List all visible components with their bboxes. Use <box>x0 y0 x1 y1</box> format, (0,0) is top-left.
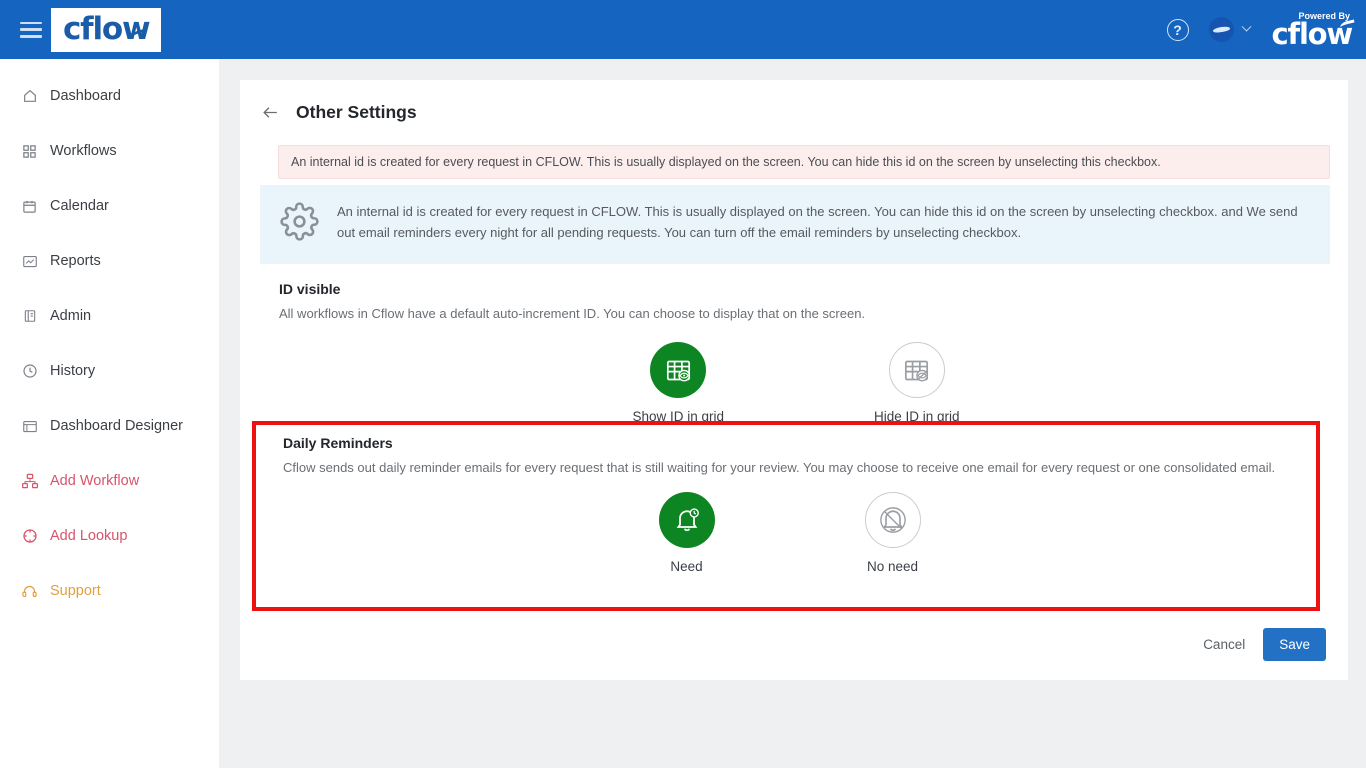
sidebar-item-workflows[interactable]: Workflows <box>0 131 219 171</box>
avatar[interactable] <box>1208 17 1234 42</box>
internal-id-alert: An internal id is created for every requ… <box>278 145 1330 179</box>
topbar-right-group: ? Powered By cflow <box>1166 0 1366 59</box>
cflow-logo[interactable]: cflow <box>51 7 162 52</box>
powered-by-cflow-logo: Powered By cflow <box>1272 11 1356 48</box>
sidebar-item-label: Calendar <box>50 198 109 214</box>
sidebar-item-dashboard[interactable]: Dashboard <box>0 76 219 116</box>
sidebar-item-dashboard-designer[interactable]: Dashboard Designer <box>0 406 219 446</box>
grid-eye-icon <box>650 342 707 398</box>
bell-off-icon <box>864 492 921 548</box>
sidebar-item-support[interactable]: Support <box>0 571 219 611</box>
sidebar-item-label: Dashboard Designer <box>50 418 183 434</box>
sidebar-item-reports[interactable]: Reports <box>0 241 219 281</box>
sidebar-item-history[interactable]: History <box>0 351 219 391</box>
calendar-icon <box>21 198 38 215</box>
dashboard-designer-icon <box>21 418 38 435</box>
sidebar-item-admin[interactable]: Admin <box>0 296 219 336</box>
card-footer-actions: Cancel Save <box>1193 628 1326 661</box>
add-lookup-icon <box>21 528 38 545</box>
daily-reminders-highlight: Daily Reminders Cflow sends out daily re… <box>252 421 1320 611</box>
back-arrow-icon[interactable] <box>261 103 280 122</box>
powered-by-logo-text: cflow <box>1272 18 1356 48</box>
sidebar-item-label: Dashboard <box>50 88 121 104</box>
sidebar-item-label: Admin <box>50 308 92 324</box>
page-title: Other Settings <box>296 102 417 122</box>
top-bar: cflow ? Powered By cflow <box>0 0 1366 59</box>
gear-icon <box>280 202 320 246</box>
bell-clock-icon <box>658 492 715 548</box>
sidebar-item-label: Add Workflow <box>50 473 140 489</box>
clock-history-icon <box>21 363 38 380</box>
other-settings-card: Other Settings An internal id is created… <box>240 80 1348 680</box>
sidebar-item-label: History <box>50 363 96 379</box>
home-icon <box>21 88 38 105</box>
id-visible-options: Show ID in grid Hide ID in grid <box>279 342 1348 424</box>
sidebar-item-label: Reports <box>50 253 101 269</box>
daily-reminders-title: Daily Reminders <box>283 435 393 451</box>
daily-reminders-options: Need No need <box>283 492 1316 574</box>
option-label: Need <box>670 559 703 574</box>
powered-logo-word: cflow <box>1271 16 1354 51</box>
sidebar-item-calendar[interactable]: Calendar <box>0 186 219 226</box>
settings-info-panel: An internal id is created for every requ… <box>260 185 1330 264</box>
option-label: No need <box>866 559 919 574</box>
report-icon <box>21 253 38 270</box>
chevron-down-icon[interactable] <box>1241 21 1251 32</box>
option-need[interactable]: Need <box>658 492 715 574</box>
option-hide-id-in-grid[interactable]: Hide ID in grid <box>874 342 960 424</box>
daily-reminders-description: Cflow sends out daily reminder emails fo… <box>283 460 1276 475</box>
grid-eye-off-icon <box>888 342 945 398</box>
sidebar-item-label: Support <box>50 583 101 599</box>
card-header: Other Settings <box>240 80 1348 123</box>
help-icon[interactable]: ? <box>1166 18 1189 41</box>
option-show-id-in-grid[interactable]: Show ID in grid <box>632 342 724 424</box>
sidebar-item-add-lookup[interactable]: Add Lookup <box>0 516 219 556</box>
grid-icon <box>21 143 38 160</box>
save-button[interactable]: Save <box>1263 628 1326 661</box>
settings-info-text: An internal id is created for every requ… <box>337 204 1298 240</box>
sidebar: Dashboard Workflows Calendar Reports Adm… <box>0 59 219 768</box>
sidebar-item-label: Add Lookup <box>50 528 128 544</box>
option-no-need[interactable]: No need <box>864 492 921 574</box>
id-visible-description: All workflows in Cflow have a default au… <box>279 306 866 321</box>
id-visible-section: ID visible All workflows in Cflow have a… <box>240 264 1348 424</box>
headset-icon <box>21 583 38 600</box>
cancel-button[interactable]: Cancel <box>1193 629 1255 660</box>
sidebar-item-label: Workflows <box>50 143 117 159</box>
sidebar-item-add-workflow[interactable]: Add Workflow <box>0 461 219 501</box>
add-workflow-icon <box>21 473 38 490</box>
admin-book-icon <box>21 308 38 325</box>
hamburger-menu-icon[interactable] <box>20 21 42 38</box>
id-visible-title: ID visible <box>279 281 341 297</box>
daily-reminders-section: Daily Reminders Cflow sends out daily re… <box>256 425 1316 574</box>
